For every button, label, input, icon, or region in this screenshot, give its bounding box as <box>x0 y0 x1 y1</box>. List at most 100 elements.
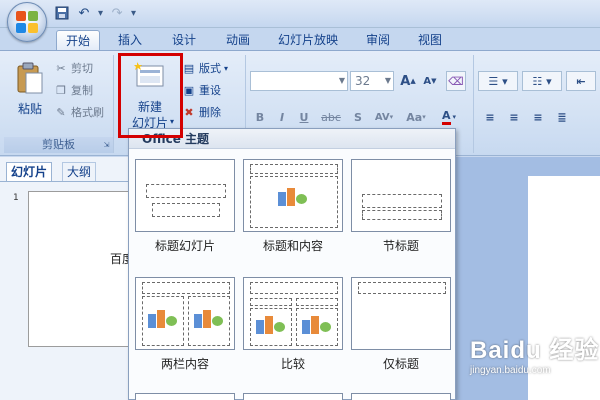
font-size-dropdown-icon: ▼ <box>384 76 391 85</box>
font-name-select[interactable]: ▼ <box>250 71 348 91</box>
reset-icon: ▣ <box>183 83 195 97</box>
format-painter-label: 格式刷 <box>71 106 104 119</box>
layout-label-comparison: 比较 <box>280 357 305 371</box>
layout-row3-3[interactable] <box>351 393 451 400</box>
new-slide-dropdown-icon: ▾ <box>170 117 175 126</box>
ribbon-tabs: 开始 插入 设计 动画 幻灯片放映 审阅 视图 <box>0 28 600 50</box>
paste-button[interactable]: 粘贴 <box>12 59 48 123</box>
font-color-button[interactable]: A ▾ <box>434 107 464 127</box>
justify-icon: ≣ <box>557 110 567 124</box>
copy-label: 复制 <box>71 84 93 97</box>
layout-label-title-slide: 标题幻灯片 <box>154 239 215 253</box>
tab-review[interactable]: 审阅 <box>360 30 396 50</box>
change-case-button[interactable]: Aa ▾ <box>402 107 430 127</box>
gallery-header: Office 主题 <box>129 129 455 149</box>
new-slide-label-1: 新建 <box>137 100 162 114</box>
layout-two-content[interactable] <box>135 277 235 350</box>
align-center-button[interactable]: ≡ <box>504 107 524 127</box>
reset-button[interactable]: ▣ 重设 <box>182 81 221 99</box>
office-button[interactable] <box>7 2 47 42</box>
paste-icon <box>17 62 43 94</box>
strikethrough-button[interactable]: abc <box>318 107 344 127</box>
layout-row3-2[interactable] <box>243 393 343 400</box>
eraser-icon: ⌫ <box>448 74 464 88</box>
shadow-button[interactable]: S <box>348 107 368 127</box>
thumb-number: 1 <box>13 193 19 203</box>
brush-icon: ✎ <box>56 105 66 119</box>
layout-label-title-only: 仅标题 <box>382 357 419 371</box>
undo-dropdown-icon[interactable]: ▾ <box>98 8 103 19</box>
indent-button[interactable]: ⇤ <box>566 71 596 91</box>
content-placeholder-icon <box>148 310 178 332</box>
clear-format-button[interactable]: ⌫ <box>446 71 466 91</box>
layout-section-header[interactable] <box>351 159 451 232</box>
reset-label: 重设 <box>199 84 221 97</box>
char-spacing-button[interactable]: AV ▾ <box>370 107 398 127</box>
align-left-button[interactable]: ≡ <box>480 107 500 127</box>
font-size-select[interactable]: 32 ▼ <box>350 71 394 91</box>
format-painter-button[interactable]: ✎ 格式刷 <box>54 103 104 121</box>
layout-label: 版式 <box>199 62 221 75</box>
layout-title-only[interactable] <box>351 277 451 350</box>
delete-icon: ✖ <box>184 105 194 119</box>
copy-button[interactable]: ❐ 复制 <box>54 81 93 99</box>
grow-font-button[interactable]: A ▲ <box>398 71 418 91</box>
italic-button[interactable]: I <box>272 107 292 127</box>
align-center-icon: ≡ <box>509 110 519 124</box>
scissors-icon: ✂ <box>56 61 66 75</box>
spacing-icon: AV <box>374 111 390 123</box>
font-size-value: 32 <box>355 74 371 88</box>
customize-qat-icon[interactable]: ▾ <box>131 8 136 19</box>
tab-insert[interactable]: 插入 <box>112 30 148 50</box>
paragraph-group: ☰ ▾ ☷ ▾ ⇤ ≡ ≡ ≡ ≣ <box>476 55 600 153</box>
copy-icon: ❐ <box>56 83 66 97</box>
tab-design[interactable]: 设计 <box>166 30 202 50</box>
cut-label: 剪切 <box>71 62 93 75</box>
layout-comparison[interactable] <box>243 277 343 350</box>
numbering-button[interactable]: ☷ ▾ <box>522 71 562 91</box>
tab-outline[interactable]: 大纲 <box>62 162 97 181</box>
watermark-url: jingyan.baidu.com <box>470 365 551 376</box>
shrink-font-button[interactable]: A ▼ <box>420 71 440 91</box>
content-placeholder-icon <box>194 310 224 332</box>
redo-icon[interactable]: ↷ <box>109 5 125 21</box>
layout-title-content[interactable] <box>243 159 343 232</box>
layout-dropdown-icon: ▾ <box>224 63 229 73</box>
indent-icon: ⇤ <box>576 74 586 88</box>
layout-label-section-header: 节标题 <box>382 239 419 253</box>
layout-icon: ▤ <box>183 61 195 75</box>
content-placeholder-icon <box>302 316 332 338</box>
title-bar: ↶ ▾ ↷ ▾ <box>0 0 600 28</box>
new-slide-icon <box>134 62 164 87</box>
bold-button[interactable]: B <box>250 107 270 127</box>
justify-button[interactable]: ≣ <box>552 107 572 127</box>
tab-slideshow[interactable]: 幻灯片放映 <box>272 30 344 50</box>
cut-button[interactable]: ✂ 剪切 <box>54 59 93 77</box>
tab-slides[interactable]: 幻灯片 <box>6 162 53 181</box>
undo-icon[interactable]: ↶ <box>76 5 92 21</box>
bullets-button[interactable]: ☰ ▾ <box>478 71 518 91</box>
tab-home[interactable]: 开始 <box>56 30 100 50</box>
slide-thumbnail[interactable] <box>28 191 130 347</box>
new-slide-button[interactable]: 新建 幻灯片 ▾ <box>122 57 178 135</box>
layout-title-slide[interactable] <box>135 159 235 232</box>
layout-button[interactable]: ▤ 版式 ▾ <box>182 59 228 77</box>
tab-animations[interactable]: 动画 <box>220 30 256 50</box>
clipboard-launcher-icon[interactable]: ⇲ <box>102 141 111 150</box>
save-icon[interactable] <box>54 5 70 21</box>
numbering-icon: ☷ ▾ <box>532 74 552 88</box>
layout-label-title-content: 标题和内容 <box>262 239 323 253</box>
slides-panel: 幻灯片 大纲 1 <box>0 157 130 400</box>
font-name-dropdown-icon: ▼ <box>338 76 345 85</box>
underline-button[interactable]: U <box>294 107 314 127</box>
tab-view[interactable]: 视图 <box>412 30 448 50</box>
delete-button[interactable]: ✖ 删除 <box>182 103 221 121</box>
align-right-button[interactable]: ≡ <box>528 107 548 127</box>
layout-label-two-content: 两栏内容 <box>160 357 209 371</box>
quick-access-toolbar: ↶ ▾ ↷ ▾ <box>54 5 136 21</box>
layout-row3-1[interactable] <box>135 393 235 400</box>
baidu-watermark: Baidu 经验 jingyan.baidu.com <box>470 330 599 376</box>
align-right-icon: ≡ <box>533 110 543 124</box>
watermark-logo: Baidu 经验 <box>470 337 600 364</box>
delete-label: 删除 <box>199 106 221 119</box>
